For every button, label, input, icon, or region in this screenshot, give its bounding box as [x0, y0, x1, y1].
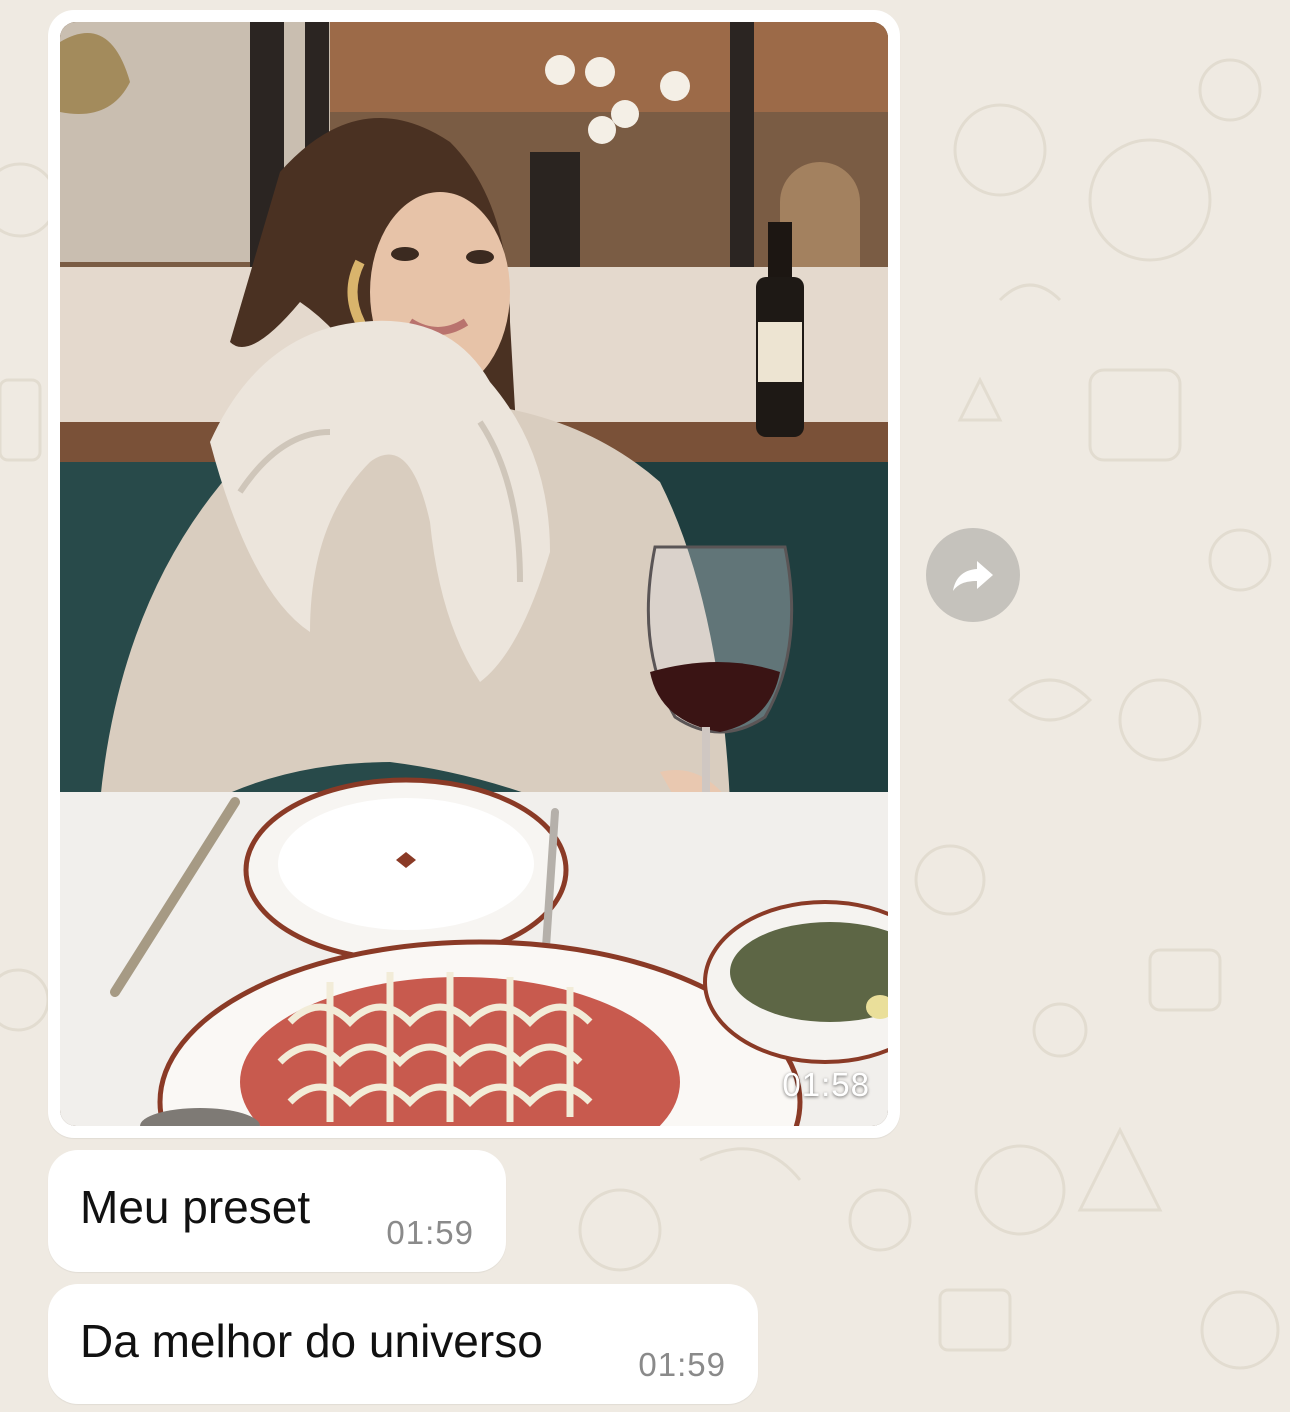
message-text: Da melhor do universo — [80, 1315, 543, 1367]
forward-arrow-icon — [953, 561, 993, 591]
message-timestamp: 01:59 — [638, 1346, 726, 1383]
message-timestamp: 01:58 — [782, 1066, 870, 1103]
photo-illustration — [60, 22, 888, 1126]
message-text: Meu preset — [80, 1181, 311, 1233]
image-message-bubble[interactable]: 01:58 — [48, 10, 900, 1138]
message-timestamp: 01:59 — [386, 1214, 474, 1251]
message-photo[interactable]: 01:58 — [60, 22, 888, 1126]
text-message-bubble[interactable]: Da melhor do universo 01:59 — [48, 1284, 758, 1404]
forward-button[interactable] — [926, 528, 1020, 622]
text-message-bubble[interactable]: Meu preset 01:59 — [48, 1150, 506, 1272]
